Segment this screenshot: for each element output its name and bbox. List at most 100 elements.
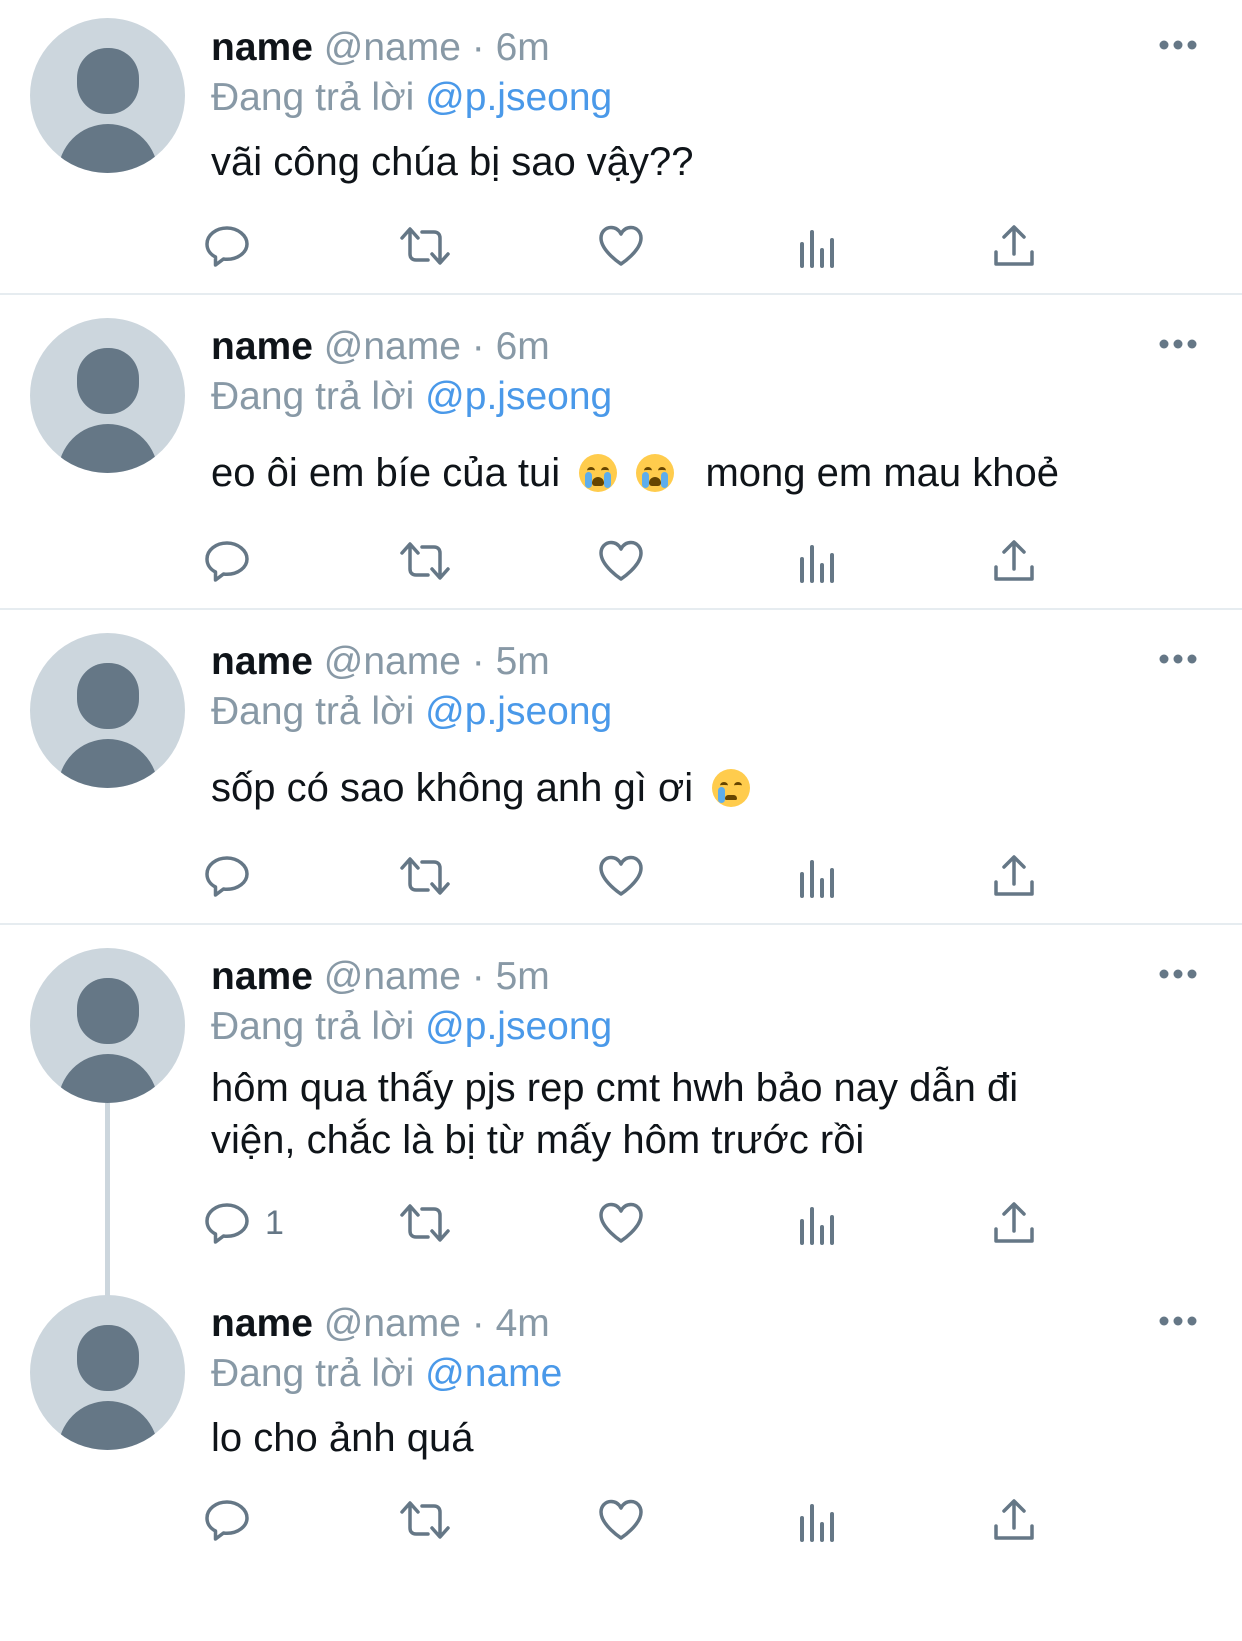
like-button[interactable]: [597, 220, 645, 272]
text-part: mong em mau khoẻ: [705, 451, 1059, 495]
more-icon[interactable]: [1159, 39, 1197, 51]
tweet[interactable]: name @name · 6m Đang trả lời @p.jseong e…: [0, 295, 1242, 610]
share-button[interactable]: [990, 220, 1038, 272]
analytics-icon: [800, 860, 834, 898]
mention-link[interactable]: @p.jseong: [425, 690, 612, 733]
reply-button[interactable]: [203, 1494, 265, 1546]
tweet-header: name @name · 5m: [211, 957, 550, 996]
retweet-icon: [400, 542, 450, 580]
text-part: sốp có sao không anh gì ơi: [211, 766, 694, 810]
avatar[interactable]: [30, 18, 185, 173]
more-icon[interactable]: [1159, 1315, 1197, 1327]
loudly-crying-face-icon: [579, 454, 618, 492]
reply-button[interactable]: 1: [203, 1197, 284, 1249]
tweet-text: eo ôi em bíe của tui mong em mau khoẻ: [211, 447, 1111, 499]
replying-to: Đang trả lời @p.jseong: [211, 78, 612, 117]
replying-prefix: Đang trả lời: [211, 1005, 415, 1048]
timestamp[interactable]: 5m: [496, 955, 550, 998]
action-bar: [0, 220, 1242, 272]
replying-prefix: Đang trả lời: [211, 76, 415, 119]
avatar[interactable]: [30, 318, 185, 473]
tweet-text: vãi công chúa bị sao vậy??: [211, 140, 694, 184]
tweet-header: name @name · 5m: [211, 642, 550, 681]
retweet-button[interactable]: [398, 220, 452, 272]
loudly-crying-face-icon: [636, 454, 675, 492]
tweet-text: hôm qua thấy pjs rep cmt hwh bảo nay dẫn…: [211, 1066, 1019, 1162]
reply-button[interactable]: [203, 850, 265, 902]
text-part: eo ôi em bíe của tui: [211, 451, 561, 495]
retweet-button[interactable]: [398, 1197, 452, 1249]
handle[interactable]: @name: [324, 26, 461, 69]
like-button[interactable]: [597, 535, 645, 587]
replying-to: Đang trả lời @p.jseong: [211, 377, 612, 416]
retweet-icon: [400, 857, 450, 895]
reply-icon: [205, 226, 249, 267]
replying-to: Đang trả lời @p.jseong: [211, 692, 612, 731]
handle[interactable]: @name: [324, 640, 461, 683]
share-icon: [994, 225, 1034, 266]
handle[interactable]: @name: [324, 955, 461, 998]
reply-button[interactable]: [203, 535, 265, 587]
mention-link[interactable]: @name: [425, 1352, 562, 1395]
tweet[interactable]: name @name · 5m Đang trả lời @p.jseong h…: [0, 925, 1242, 1270]
display-name[interactable]: name: [211, 640, 313, 683]
share-button[interactable]: [990, 535, 1038, 587]
replying-prefix: Đang trả lời: [211, 375, 415, 418]
tweet-header: name @name · 6m: [211, 28, 550, 67]
avatar[interactable]: [30, 1295, 185, 1450]
tweet[interactable]: name @name · 5m Đang trả lời @p.jseong s…: [0, 610, 1242, 925]
replying-prefix: Đang trả lời: [211, 690, 415, 733]
tweet[interactable]: name @name · 4m Đang trả lời @name lo ch…: [0, 1272, 1242, 1641]
reply-button[interactable]: [203, 220, 265, 272]
separator: ·: [471, 1302, 485, 1345]
analytics-button[interactable]: [797, 535, 839, 587]
reply-icon: [205, 856, 249, 897]
heart-icon: [599, 540, 643, 581]
share-icon: [994, 855, 1034, 896]
retweet-button[interactable]: [398, 850, 452, 902]
action-bar: [0, 1494, 1242, 1546]
handle[interactable]: @name: [324, 325, 461, 368]
display-name[interactable]: name: [211, 26, 313, 69]
share-icon: [994, 1499, 1034, 1540]
display-name[interactable]: name: [211, 325, 313, 368]
display-name[interactable]: name: [211, 955, 313, 998]
analytics-button[interactable]: [797, 220, 839, 272]
timestamp[interactable]: 4m: [496, 1302, 550, 1345]
more-icon[interactable]: [1159, 338, 1197, 350]
share-button[interactable]: [990, 1494, 1038, 1546]
like-button[interactable]: [597, 1494, 645, 1546]
like-button[interactable]: [597, 850, 645, 902]
tweet-header: name @name · 6m: [211, 327, 550, 366]
analytics-button[interactable]: [797, 1197, 839, 1249]
analytics-button[interactable]: [797, 850, 839, 902]
more-icon[interactable]: [1159, 968, 1197, 980]
tweet[interactable]: name @name · 6m Đang trả lời @p.jseong v…: [0, 0, 1242, 294]
more-icon[interactable]: [1159, 653, 1197, 665]
retweet-icon: [400, 1501, 450, 1539]
retweet-icon: [400, 227, 450, 265]
crying-face-icon: [712, 769, 751, 807]
timestamp[interactable]: 6m: [496, 26, 550, 69]
retweet-button[interactable]: [398, 535, 452, 587]
like-button[interactable]: [597, 1197, 645, 1249]
replying-to: Đang trả lời @name: [211, 1354, 562, 1393]
analytics-button[interactable]: [797, 1494, 839, 1546]
mention-link[interactable]: @p.jseong: [425, 375, 612, 418]
tweet-text: sốp có sao không anh gì ơi: [211, 762, 1111, 814]
separator: ·: [471, 26, 485, 69]
avatar[interactable]: [30, 948, 185, 1103]
heart-icon: [599, 1202, 643, 1243]
handle[interactable]: @name: [324, 1302, 461, 1345]
timestamp[interactable]: 5m: [496, 640, 550, 683]
retweet-button[interactable]: [398, 1494, 452, 1546]
share-button[interactable]: [990, 850, 1038, 902]
mention-link[interactable]: @p.jseong: [425, 1005, 612, 1048]
avatar[interactable]: [30, 633, 185, 788]
reply-count: 1: [265, 1203, 284, 1242]
mention-link[interactable]: @p.jseong: [425, 76, 612, 119]
action-bar: 1: [0, 1197, 1242, 1249]
display-name[interactable]: name: [211, 1302, 313, 1345]
timestamp[interactable]: 6m: [496, 325, 550, 368]
share-button[interactable]: [990, 1197, 1038, 1249]
